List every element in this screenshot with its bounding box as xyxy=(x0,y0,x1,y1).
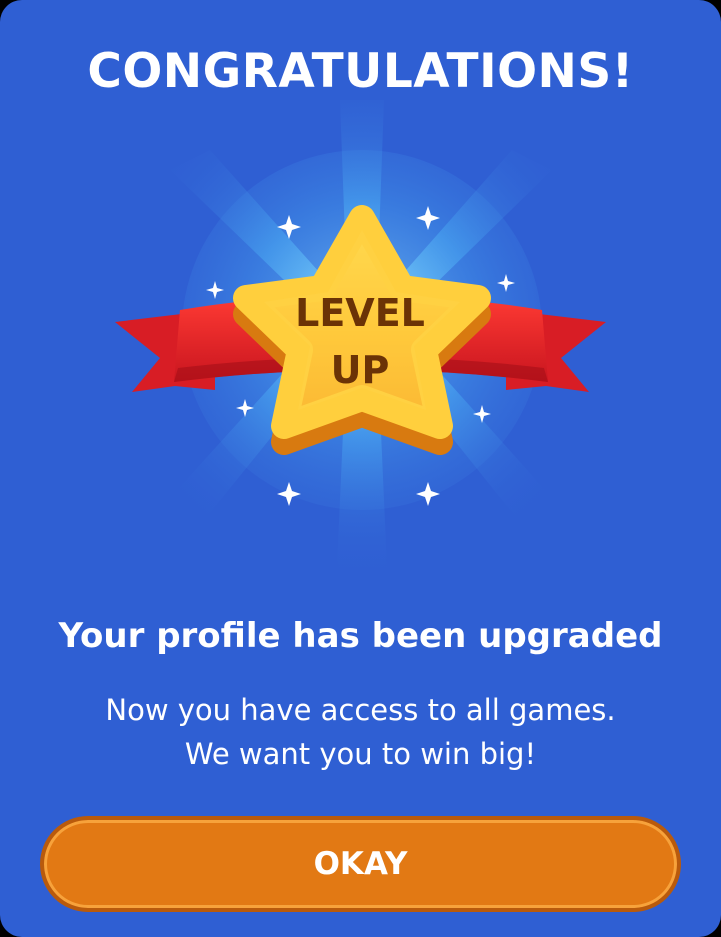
message-line-2: We want you to win big! xyxy=(184,737,537,771)
message-line-1: Now you have access to all games. xyxy=(105,693,616,727)
level-up-badge: LEVEL UP xyxy=(0,100,721,620)
upgrade-headline: Your profile has been upgraded xyxy=(58,616,663,656)
dialog-title: CONGRATULATIONS! xyxy=(87,44,634,99)
badge-up-text: UP xyxy=(330,348,390,392)
badge-level-text: LEVEL xyxy=(295,291,425,335)
okay-button[interactable]: OKAY xyxy=(40,816,681,912)
level-up-dialog: CONGRATULATIONS! LEVEL UP Your profile h… xyxy=(0,0,721,937)
okay-button-label: OKAY xyxy=(313,846,408,882)
